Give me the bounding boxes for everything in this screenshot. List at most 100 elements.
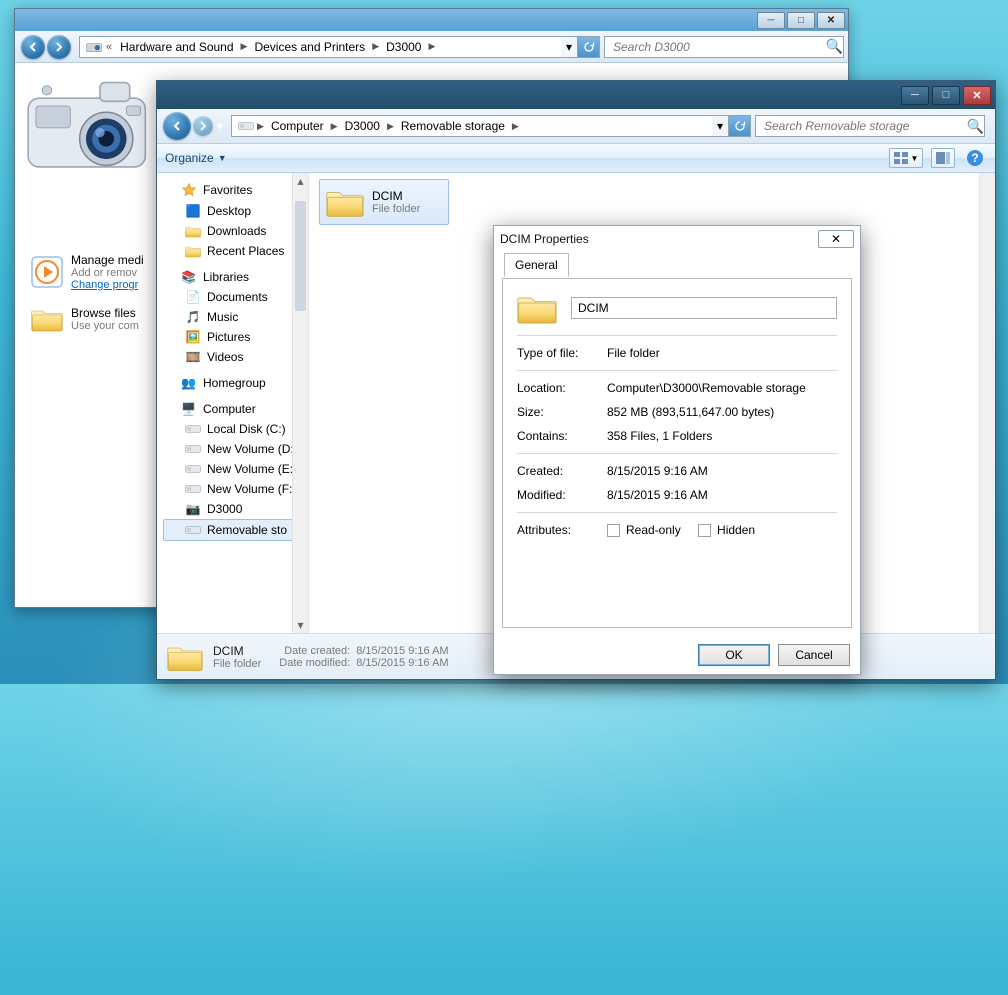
properties-titlebar[interactable]: DCIM Properties ✕ bbox=[494, 226, 860, 252]
details-value: 8/15/2015 9:16 AM bbox=[356, 657, 448, 669]
props-value: File folder bbox=[607, 346, 837, 360]
nav-forward-button[interactable] bbox=[193, 116, 213, 136]
properties-title: DCIM Properties bbox=[500, 232, 589, 246]
props-key: Location: bbox=[517, 381, 593, 395]
search-input[interactable] bbox=[611, 39, 822, 55]
folder-icon bbox=[167, 641, 203, 673]
help-button[interactable]: ? bbox=[963, 148, 987, 168]
chevron-right-icon[interactable]: ▶ bbox=[384, 121, 397, 132]
browse-files-action[interactable]: Browse files Use your com bbox=[25, 298, 153, 340]
folder-icon bbox=[326, 185, 364, 219]
close-button[interactable]: ✕ bbox=[818, 230, 854, 248]
scroll-up-button[interactable]: ▴ bbox=[293, 173, 308, 189]
breadcrumb-segment[interactable]: Devices and Printers bbox=[250, 40, 369, 54]
address-dropdown[interactable]: ▾ bbox=[561, 37, 577, 57]
organize-label: Organize bbox=[165, 151, 214, 165]
nav-item-documents[interactable]: 📄Documents bbox=[163, 287, 293, 307]
nav-item-d3000[interactable]: 📷D3000 bbox=[163, 499, 293, 519]
breadcrumb-segment[interactable]: Hardware and Sound bbox=[116, 40, 237, 54]
hidden-checkbox[interactable]: Hidden bbox=[698, 523, 755, 537]
organize-menu[interactable]: Organize ▼ bbox=[165, 151, 227, 165]
nav-item-videos[interactable]: 🎞️Videos bbox=[163, 347, 293, 367]
refresh-button[interactable] bbox=[578, 36, 600, 58]
camera-device-icon[interactable] bbox=[25, 73, 150, 178]
content-scrollbar[interactable] bbox=[979, 173, 995, 633]
scrollbar-thumb[interactable] bbox=[295, 201, 306, 311]
nav-item-volume-d[interactable]: New Volume (D:) bbox=[163, 439, 293, 459]
chevron-right-icon[interactable]: ▶ bbox=[328, 121, 341, 132]
change-programs-link[interactable]: Change progr bbox=[71, 279, 144, 291]
breadcrumb-segment[interactable]: Computer bbox=[267, 119, 328, 133]
media-play-icon bbox=[31, 256, 63, 288]
nav-item-localdisk-c[interactable]: Local Disk (C:) bbox=[163, 419, 293, 439]
details-name: DCIM bbox=[213, 644, 261, 658]
chevron-right-icon[interactable]: ▶ bbox=[369, 41, 382, 52]
address-bar[interactable]: ▶ Computer ▶ D3000 ▶ Removable storage ▶… bbox=[231, 115, 729, 137]
breadcrumb-segment[interactable]: Removable storage bbox=[397, 119, 509, 133]
nav-item-music[interactable]: 🎵Music bbox=[163, 307, 293, 327]
navpane-scrollbar[interactable]: ▴ ▾ bbox=[292, 173, 308, 633]
navigation-pane[interactable]: › Favorites 🟦Desktop Downloads Recent Pl… bbox=[157, 173, 309, 633]
nav-back-button[interactable] bbox=[163, 112, 191, 140]
close-button[interactable]: ✕ bbox=[817, 12, 845, 29]
tab-general[interactable]: General bbox=[504, 253, 569, 277]
nav-section-homegroup[interactable]: › 👥 Homegroup bbox=[163, 373, 293, 393]
address-dropdown[interactable]: ▾ bbox=[712, 116, 728, 136]
nav-item-pictures[interactable]: 🖼️Pictures bbox=[163, 327, 293, 347]
nav-item-desktop[interactable]: 🟦Desktop bbox=[163, 201, 293, 221]
maximize-button[interactable]: □ bbox=[932, 86, 960, 105]
search-input[interactable] bbox=[762, 118, 963, 134]
scroll-down-button[interactable]: ▾ bbox=[293, 617, 308, 633]
nav-item-removable-storage[interactable]: Removable sto bbox=[163, 519, 293, 541]
props-key: Created: bbox=[517, 464, 593, 478]
manage-media-action[interactable]: Manage medi Add or remov Change progr bbox=[25, 248, 153, 296]
nav-item-volume-e[interactable]: New Volume (E:) bbox=[163, 459, 293, 479]
props-value: 8/15/2015 9:16 AM bbox=[607, 464, 837, 478]
props-key: Contains: bbox=[517, 429, 593, 443]
nav-section-libraries[interactable]: › 📚 Libraries bbox=[163, 267, 293, 287]
chevron-right-icon[interactable]: ▶ bbox=[509, 121, 522, 132]
action-title: Browse files bbox=[71, 306, 139, 320]
maximize-button[interactable]: □ bbox=[787, 12, 815, 29]
readonly-checkbox[interactable]: Read-only bbox=[607, 523, 681, 537]
nav-item-recent[interactable]: Recent Places bbox=[163, 241, 293, 261]
chevron-right-icon[interactable]: ▶ bbox=[425, 41, 438, 52]
action-title: Manage medi bbox=[71, 253, 144, 267]
props-value: Computer\D3000\Removable storage bbox=[607, 381, 837, 395]
minimize-button[interactable]: ─ bbox=[901, 86, 929, 105]
devices-titlebar[interactable]: ─ □ ✕ bbox=[15, 9, 848, 31]
view-options-button[interactable]: ▼ bbox=[889, 148, 923, 168]
nav-section-computer[interactable]: › 🖥️ Computer bbox=[163, 399, 293, 419]
props-value: 852 MB (893,511,647.00 bytes) bbox=[607, 405, 837, 419]
action-subtitle: Add or remov bbox=[71, 267, 144, 279]
search-box[interactable]: 🔍 bbox=[604, 36, 844, 58]
folder-tile-dcim[interactable]: DCIM File folder bbox=[319, 179, 449, 225]
refresh-button[interactable] bbox=[729, 115, 751, 137]
tile-kind: File folder bbox=[372, 203, 420, 215]
explorer-titlebar[interactable]: ─ □ ✕ bbox=[157, 81, 995, 109]
nav-item-downloads[interactable]: Downloads bbox=[163, 221, 293, 241]
chevron-right-icon[interactable]: ▶ bbox=[238, 41, 251, 52]
properties-dialog: DCIM Properties ✕ General Type of file: … bbox=[493, 225, 861, 675]
nav-section-favorites[interactable]: › Favorites bbox=[163, 179, 293, 201]
chevron-down-icon: ▼ bbox=[218, 153, 227, 163]
explorer-toolbar: Organize ▼ ▼ ? bbox=[157, 143, 995, 173]
nav-forward-button[interactable] bbox=[47, 35, 71, 59]
cancel-button[interactable]: Cancel bbox=[778, 644, 850, 666]
folder-name-input[interactable] bbox=[571, 297, 837, 319]
breadcrumb-segment[interactable]: D3000 bbox=[382, 40, 425, 54]
close-button[interactable]: ✕ bbox=[963, 86, 991, 105]
props-value: 358 Files, 1 Folders bbox=[607, 429, 837, 443]
minimize-button[interactable]: ─ bbox=[757, 12, 785, 29]
nav-item-volume-f[interactable]: New Volume (F:) bbox=[163, 479, 293, 499]
nav-back-button[interactable] bbox=[21, 35, 45, 59]
breadcrumb-segment[interactable]: D3000 bbox=[341, 119, 384, 133]
props-key: Modified: bbox=[517, 488, 593, 502]
svg-text:?: ? bbox=[971, 151, 978, 165]
address-bar[interactable]: « Hardware and Sound ▶ Devices and Print… bbox=[79, 36, 578, 58]
search-box[interactable]: 🔍 bbox=[755, 115, 985, 137]
chevron-right-icon[interactable]: ▶ bbox=[254, 121, 267, 132]
history-dropdown[interactable]: ▾ bbox=[217, 119, 223, 133]
ok-button[interactable]: OK bbox=[698, 644, 770, 666]
preview-pane-button[interactable] bbox=[931, 148, 955, 168]
